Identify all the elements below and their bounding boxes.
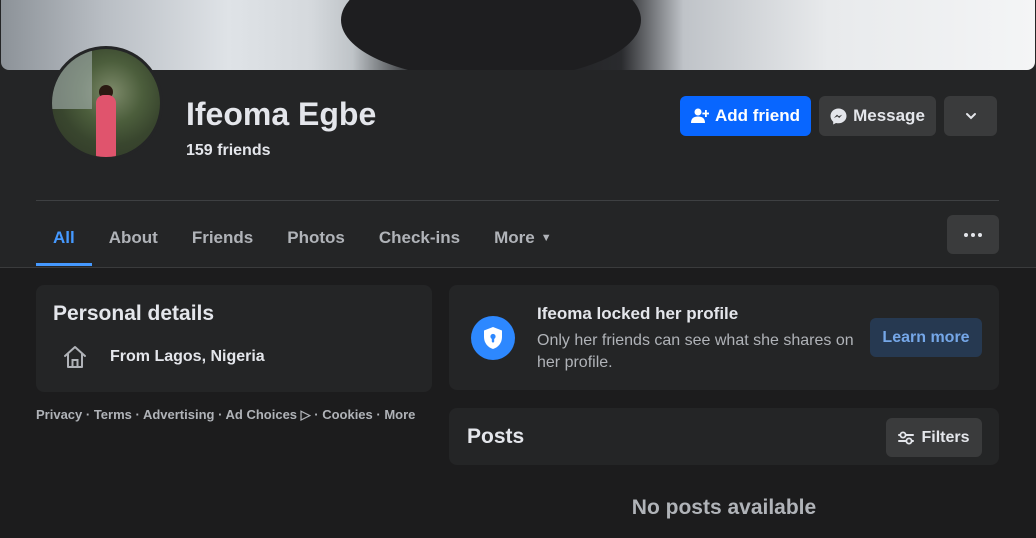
more-actions-dropdown[interactable]: [944, 96, 997, 136]
shield-lock-icon: [471, 316, 515, 360]
cover-photo-subject: [341, 0, 641, 70]
add-friend-label: Add friend: [715, 106, 800, 125]
learn-more-button[interactable]: Learn more: [870, 318, 982, 357]
cover-photo[interactable]: [1, 0, 1035, 70]
avatar-figure: [96, 95, 116, 157]
add-friend-button[interactable]: Add friend: [680, 96, 811, 136]
personal-details-title: Personal details: [53, 302, 215, 325]
posts-title: Posts: [467, 425, 525, 448]
profile-tabs: All About Friends Photos Check-ins More …: [36, 210, 569, 266]
profile-avatar[interactable]: [49, 46, 163, 160]
dot-icon: [964, 232, 968, 237]
personal-details-card: Personal details From Lagos, Nigeria: [36, 285, 432, 392]
tab-more-label: More: [494, 228, 535, 247]
tab-all[interactable]: All: [36, 210, 92, 266]
header-bottom-border: [0, 267, 1036, 268]
message-button[interactable]: Message: [819, 96, 936, 136]
hometown-row: From Lagos, Nigeria: [62, 344, 265, 370]
tab-friends[interactable]: Friends: [175, 210, 270, 266]
dot-icon: [971, 232, 975, 237]
add-friend-icon: [691, 108, 709, 123]
tabs-overflow-button[interactable]: [947, 215, 999, 254]
no-posts-message: No posts available: [631, 496, 817, 519]
avatar-background: [52, 49, 92, 109]
tab-more[interactable]: More ▼: [477, 210, 569, 266]
locked-profile-description: Only her friends can see what she shares…: [537, 332, 854, 371]
dot-icon: [978, 232, 982, 237]
home-icon: [64, 346, 86, 368]
header-divider: [36, 200, 999, 201]
posts-card: Posts Filters: [449, 408, 999, 465]
hometown-text: From Lagos, Nigeria: [110, 348, 265, 365]
footer-links[interactable]: Privacy · Terms · Advertising · Ad Choic…: [36, 407, 415, 423]
chevron-down-icon: [965, 113, 976, 120]
locked-profile-title: Ifeoma locked her profile: [537, 304, 739, 323]
friends-count[interactable]: 159 friends: [186, 142, 270, 160]
profile-name: Ifeoma Egbe: [186, 96, 377, 132]
cover-area: [0, 0, 1036, 70]
filters-icon: [898, 431, 915, 444]
tab-about[interactable]: About: [92, 210, 175, 266]
caret-down-icon: ▼: [540, 232, 552, 244]
messenger-icon: [830, 108, 847, 124]
filters-label: Filters: [921, 428, 970, 446]
locked-profile-card: Ifeoma locked her profile Only her frien…: [449, 285, 999, 390]
filters-button[interactable]: Filters: [886, 418, 982, 457]
message-label: Message: [853, 106, 925, 125]
tab-photos[interactable]: Photos: [270, 210, 362, 266]
tab-check-ins[interactable]: Check-ins: [362, 210, 477, 266]
